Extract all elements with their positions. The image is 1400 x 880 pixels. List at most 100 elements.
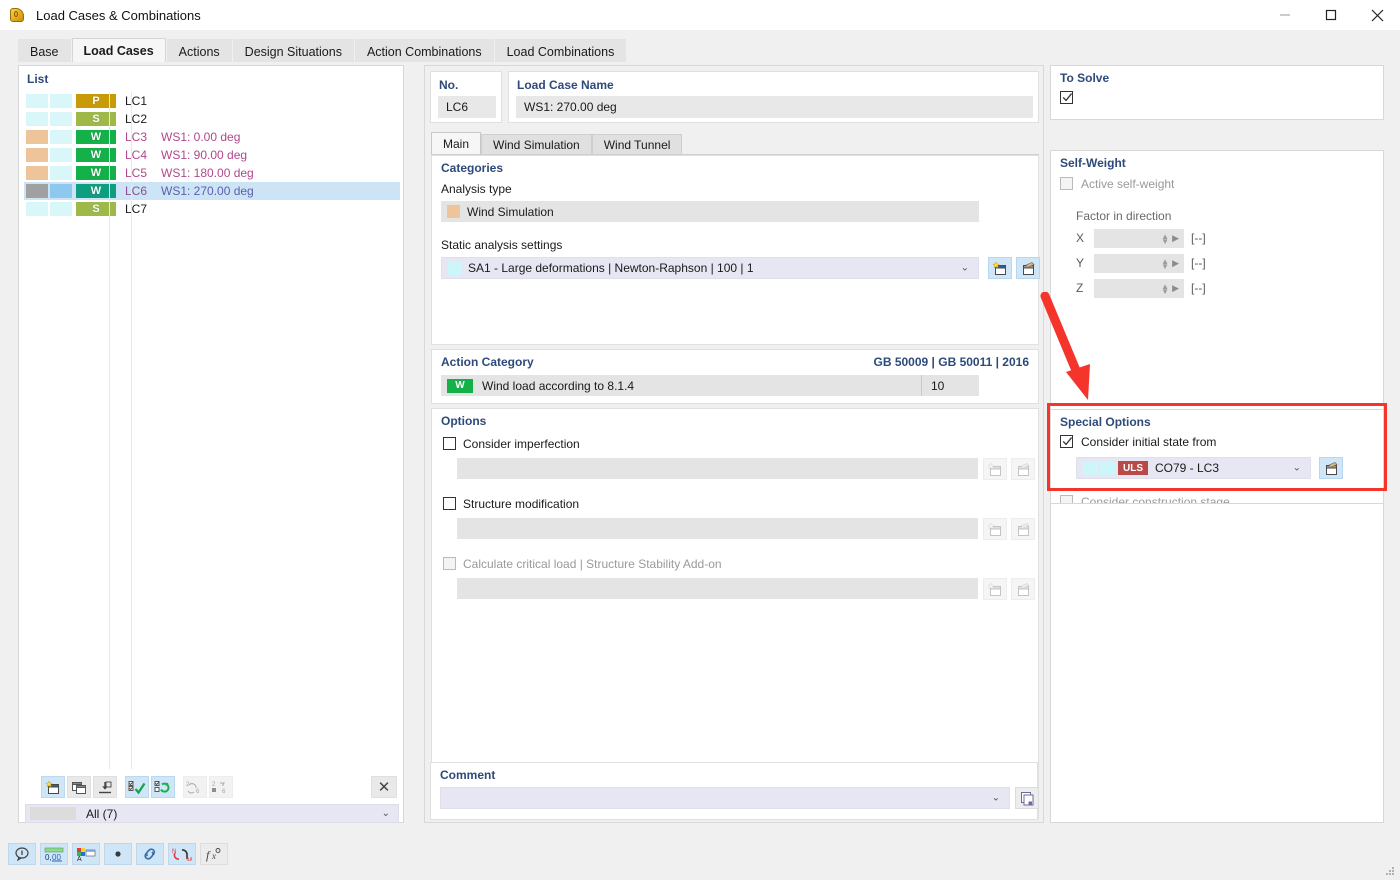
self-weight-z-input[interactable]: ▲ ▼ ▶ [1094,279,1184,298]
list-item[interactable]: W LC4 WS1: 90.00 deg [24,146,400,164]
list-item[interactable]: W LC3 WS1: 0.00 deg [24,128,400,146]
info-balloon-button[interactable] [8,843,36,865]
svg-text:0,: 0, [45,853,52,862]
self-weight-legend: Self-Weight [1060,156,1126,170]
action-category-field: W Wind load according to 8.1.4 [441,375,979,396]
static-settings-dropdown[interactable]: SA1 - Large deformations | Newton-Raphso… [441,257,979,279]
row-load-case-desc: WS1: 180.00 deg [161,166,254,180]
resize-grip-icon[interactable] [1384,865,1396,877]
tab-load-combinations[interactable]: Load Combinations [494,39,627,63]
expand-triangle-icon[interactable]: ▶ [1172,258,1179,269]
consider-initial-state-checkbox[interactable] [1060,435,1073,448]
list-item[interactable]: S LC7 [24,200,400,218]
to-solve-group: To Solve [1050,65,1384,120]
self-weight-y-input[interactable]: ▲ ▼ ▶ [1094,254,1184,273]
list-item[interactable]: W LC5 WS1: 180.00 deg [24,164,400,182]
spinner-arrows-icon[interactable]: ▲ ▼ [1161,232,1169,245]
expand-triangle-icon[interactable]: ▶ [1172,283,1179,294]
decimal-places-button[interactable]: 0, 00 [40,843,68,865]
load-case-no-value: LC6 [438,96,496,118]
link-button[interactable] [136,843,164,865]
edit-imperfection-button[interactable] [1011,458,1035,480]
delete-button[interactable]: ✕ [371,776,397,798]
tab-base[interactable]: Base [18,39,71,63]
initial-state-badge: ULS [1118,461,1148,475]
row-color-swatch-2 [50,184,72,198]
load-case-list[interactable]: P LC1 S LC2 W LC3 WS1: 0.00 deg W LC4 WS1: 90.… [23,91,401,770]
right-filler-panel [1050,503,1384,823]
point-button[interactable] [104,843,132,865]
comment-copy-button[interactable] [1015,787,1039,809]
row-category-badge: W [76,130,116,144]
import-load-case-button[interactable] [93,776,117,798]
analysis-type-swatch [447,205,460,218]
units-palette-icon: A [77,847,96,862]
row-color-swatch-2 [50,130,72,144]
close-x-icon: ✕ [377,779,391,796]
tab-main[interactable]: Main [431,132,482,155]
chain-link-icon [144,848,156,860]
active-self-weight-checkbox[interactable] [1060,177,1073,190]
consider-imperfection-checkbox[interactable] [443,437,456,450]
expand-triangle-icon[interactable]: ▶ [1172,233,1179,244]
edit-critical-load-button[interactable] [1011,578,1035,600]
minimize-icon[interactable] [1262,0,1308,30]
action-category-legend: Action Category [441,355,534,369]
new-critical-load-button[interactable] [983,578,1007,600]
self-weight-x-input[interactable]: ▲ ▼ ▶ [1094,229,1184,248]
list-filter-dropdown[interactable]: All (7) ⌄ [25,804,399,823]
snap-button[interactable]: N\u0274 [168,843,196,865]
row-load-case-desc: WS1: 0.00 deg [161,130,241,144]
spinner-arrows-icon[interactable]: ▲ ▼ [1161,282,1169,295]
formula-button[interactable]: fx [200,843,228,865]
numeric-0-00-icon: 0, 00 [44,847,64,862]
new-load-case-button[interactable] [41,776,65,798]
critical-load-field[interactable] [457,578,978,599]
select-all-button[interactable] [125,776,149,798]
axis-x-label: X [1076,231,1085,245]
axis-y-unit: [--] [1191,256,1206,270]
dot-icon [115,851,121,857]
list-item[interactable]: S LC2 [24,110,400,128]
static-settings-label: Static analysis settings [441,238,563,252]
static-settings-swatch [448,261,461,275]
new-imperfection-button[interactable] [983,458,1007,480]
structure-modification-field[interactable] [457,518,978,539]
tab-design-situations[interactable]: Design Situations [232,39,354,63]
action-category-standard: GB 50009 | GB 50011 | 2016 [873,355,1030,369]
tab-actions[interactable]: Actions [166,39,232,63]
initial-state-dropdown[interactable]: ULS CO79 - LC3 ⌄ [1076,457,1311,479]
maximize-icon[interactable] [1308,0,1354,30]
special-options-legend: Special Options [1060,415,1151,429]
row-category-badge: S [76,202,116,216]
calculate-critical-load-checkbox[interactable] [443,557,456,570]
to-solve-checkbox[interactable] [1060,91,1073,104]
check-icon [1062,93,1073,102]
tab-wind-tunnel[interactable]: Wind Tunnel [591,134,683,155]
list-legend: List [27,72,49,86]
tab-wind-simulation[interactable]: Wind Simulation [481,134,592,155]
new-structure-modification-button[interactable] [983,518,1007,540]
tab-load-cases[interactable]: Load Cases [71,38,166,63]
renumber-button[interactable]: 26 [183,776,207,798]
bottom-toolbar: 0,00 A N\u0274 fx [8,843,228,865]
spinner-arrows-icon[interactable]: ▲ ▼ [1161,257,1169,270]
row-load-case-no: LC3 [125,130,148,144]
edit-structure-modification-button[interactable] [1011,518,1035,540]
edit-initial-state-button[interactable] [1319,457,1343,479]
tab-action-combinations[interactable]: Action Combinations [354,39,494,63]
copy-load-case-button[interactable] [67,776,91,798]
comment-input[interactable]: ⌄ [440,787,1010,809]
list-item[interactable]: P LC1 [24,92,400,110]
new-static-settings-button[interactable] [988,257,1012,279]
imperfection-field[interactable] [457,458,978,479]
edit-static-settings-button[interactable] [1016,257,1040,279]
units-button[interactable]: A [72,843,100,865]
list-item-selected[interactable]: W LC6 WS1: 270.00 deg [24,182,400,200]
load-case-name-input[interactable]: WS1: 270.00 deg [516,96,1033,118]
axis-z-unit: [--] [1191,281,1206,295]
invert-selection-button[interactable] [151,776,175,798]
sort-button[interactable]: 26 [209,776,233,798]
structure-modification-checkbox[interactable] [443,497,456,510]
close-icon[interactable] [1354,0,1400,30]
